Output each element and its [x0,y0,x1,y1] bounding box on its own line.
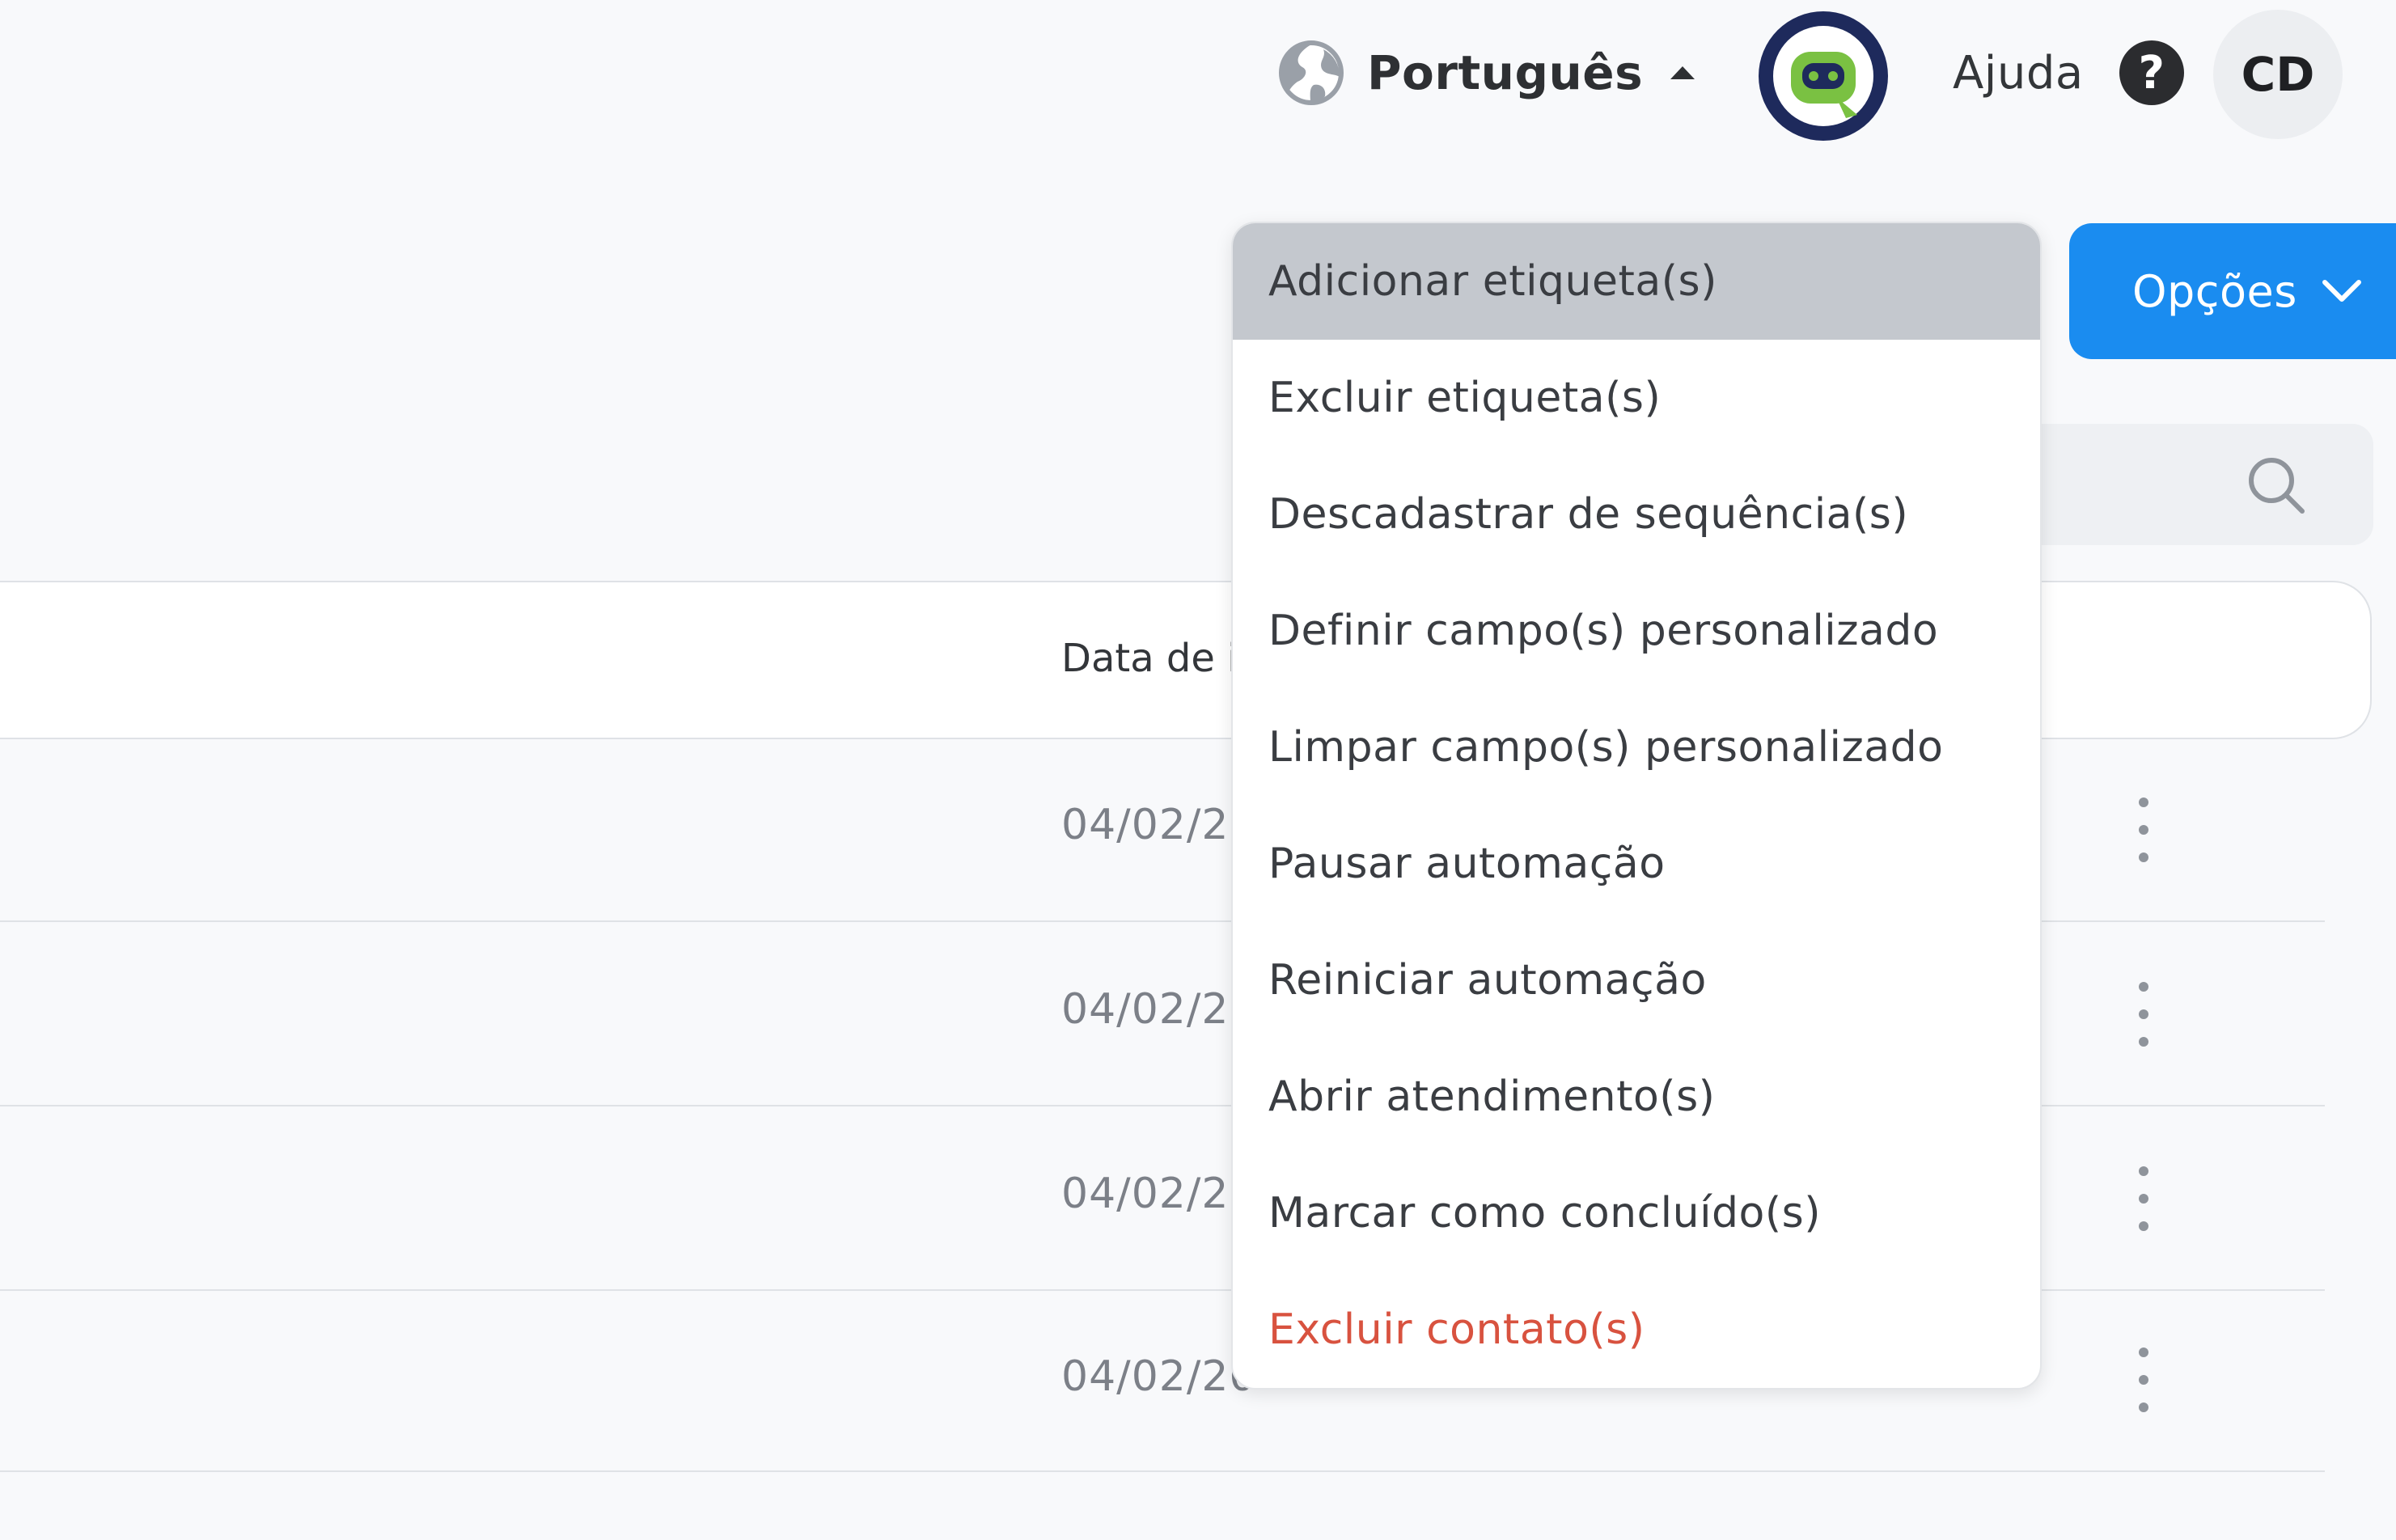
options-dropdown-menu: Adicionar etiqueta(s) Excluir etiqueta(s… [1231,222,2042,1390]
menu-item-set-custom-field[interactable]: Definir campo(s) personalizado [1233,573,2040,689]
kebab-icon[interactable] [2131,982,2157,1047]
menu-item-add-tags[interactable]: Adicionar etiqueta(s) [1233,223,2040,340]
menu-item-pause-automation[interactable]: Pausar automação [1233,806,2040,922]
column-header-date[interactable]: Data de i [1061,636,1238,681]
search-icon[interactable] [2246,455,2307,516]
menu-item-mark-done[interactable]: Marcar como concluído(s) [1233,1155,2040,1271]
menu-item-unsubscribe-sequence[interactable]: Descadastrar de sequência(s) [1233,456,2040,573]
kebab-icon[interactable] [2131,1166,2157,1231]
kebab-icon[interactable] [2131,1348,2157,1412]
options-button[interactable]: Opções [2069,223,2396,359]
table-row-date: 04/02/20 [1061,801,1257,849]
menu-item-restart-automation[interactable]: Reiniciar automação [1233,922,2040,1039]
user-avatar[interactable]: CD [2213,10,2343,139]
help-label: Ajuda [1953,46,2084,99]
menu-item-open-ticket[interactable]: Abrir atendimento(s) [1233,1039,2040,1155]
caret-up-icon [1670,66,1695,79]
kebab-icon[interactable] [2131,798,2157,862]
menu-item-clear-custom-field[interactable]: Limpar campo(s) personalizado [1233,689,2040,806]
bot-avatar-icon[interactable] [1757,10,1890,142]
options-label: Opções [2132,265,2297,317]
language-selector[interactable]: Português [1278,36,1696,110]
row-divider [0,1470,2325,1472]
table-row-date: 04/02/20 [1061,1352,1257,1401]
language-label: Português [1367,45,1644,100]
help-icon: ? [2119,40,2184,105]
table-row-date: 04/02/20 [1061,985,1257,1034]
table-row-date: 04/02/20 [1061,1170,1257,1218]
globe-icon [1279,40,1344,105]
menu-item-remove-tags[interactable]: Excluir etiqueta(s) [1233,340,2040,456]
chevron-down-icon [2322,280,2361,302]
menu-item-delete-contacts[interactable]: Excluir contato(s) [1233,1271,2040,1388]
help-button[interactable]: Ajuda ? [1953,36,2184,110]
